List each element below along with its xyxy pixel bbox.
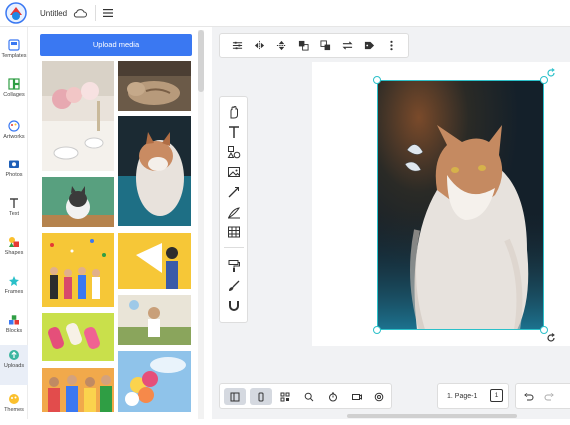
flip-vertical-icon[interactable] (276, 40, 287, 51)
layout-icon (230, 392, 240, 401)
rotate-icon[interactable] (546, 68, 556, 78)
page-count-badge[interactable]: 1 (490, 389, 503, 402)
rail-label: Frames (4, 289, 24, 295)
mobile-icon (258, 392, 264, 401)
uploads-icon (9, 350, 19, 360)
clip-button[interactable] (368, 388, 390, 405)
timer-icon (329, 392, 337, 401)
send-backward-icon[interactable] (319, 40, 331, 51)
top-bar: Untitled (0, 0, 570, 27)
tag-icon[interactable] (364, 40, 375, 51)
cat-on-table-photo[interactable] (42, 177, 114, 227)
image-tool-icon[interactable] (227, 165, 241, 179)
record-button[interactable] (346, 388, 368, 405)
rail-item-photos[interactable]: Photos (0, 154, 28, 190)
cat-with-butterfly-photo[interactable] (118, 116, 191, 226)
tools-palette (219, 96, 248, 323)
page-label: 1. Page-1 (447, 392, 478, 400)
resize-handle-bottom-left[interactable] (373, 326, 381, 334)
document-title[interactable]: Untitled (40, 9, 67, 18)
collages-icon (8, 78, 20, 90)
photos-icon (9, 160, 19, 168)
bring-forward-icon[interactable] (298, 40, 309, 51)
rail-item-themes[interactable]: Themes (0, 389, 28, 425)
panel-scrollbar-thumb[interactable] (198, 30, 204, 92)
undo-icon[interactable] (524, 392, 534, 402)
artworks-icon (8, 120, 20, 132)
rail-item-text[interactable]: Text (0, 193, 28, 229)
table-tool-icon[interactable] (227, 225, 241, 239)
rail-item-collages[interactable]: Collages (0, 74, 28, 110)
rail-label: Themes (4, 407, 24, 413)
hamburger-icon[interactable] (102, 8, 114, 18)
themes-icon (9, 394, 19, 404)
templates-icon (8, 39, 20, 51)
hand-icon[interactable] (227, 105, 241, 119)
flip-horizontal-icon[interactable] (254, 40, 265, 51)
kids-party-photo[interactable] (42, 233, 114, 307)
pen-tool-icon[interactable] (227, 205, 241, 219)
mobile-button[interactable] (250, 388, 272, 405)
left-rail: Templates Collages Artworks Photos Text … (0, 27, 28, 419)
bottom-toolbar (219, 383, 392, 409)
rail-label: Shapes (4, 250, 24, 256)
cloud-icon[interactable] (73, 8, 88, 18)
grid-icon (280, 392, 290, 401)
wedding-table-photo[interactable] (42, 61, 114, 171)
grid-button[interactable] (274, 388, 296, 405)
rail-label: Collages (3, 92, 25, 98)
element-toolbar (219, 33, 409, 58)
brush-icon[interactable] (227, 279, 241, 293)
clip-icon (374, 392, 384, 401)
upload-media-button[interactable]: Upload media (40, 34, 192, 56)
rail-label: Blocks (5, 328, 23, 334)
cat-with-butterfly-canvas-image[interactable] (377, 80, 544, 330)
rail-label: Text (8, 211, 20, 217)
zoom-button[interactable] (298, 388, 320, 405)
line-tool-icon[interactable] (227, 185, 241, 199)
redo-icon[interactable] (544, 392, 554, 402)
more-icon[interactable] (386, 40, 397, 51)
rail-item-blocks[interactable]: Blocks (0, 310, 28, 346)
girl-megaphone-photo[interactable] (118, 233, 191, 289)
tools-divider (224, 247, 244, 248)
colorful-ice-cream-photo[interactable] (42, 313, 114, 361)
frames-icon (9, 276, 19, 286)
rotate-cursor-icon (547, 333, 555, 342)
paint-roller-icon[interactable] (227, 259, 241, 273)
zoom-icon (304, 392, 314, 401)
rail-item-uploads[interactable]: Uploads (0, 345, 28, 385)
record-icon (352, 393, 362, 400)
text-icon (10, 198, 18, 208)
undo-redo-bar (515, 383, 570, 409)
rail-label: Templates (1, 53, 27, 59)
rail-item-frames[interactable]: Frames (0, 271, 28, 307)
canvas-horizontal-scrollbar[interactable] (347, 414, 517, 418)
layout-button[interactable] (224, 388, 246, 405)
resize-handle-top-left[interactable] (373, 76, 381, 84)
shapes-tool-icon[interactable] (227, 145, 241, 159)
text-tool-icon[interactable] (227, 125, 241, 139)
shapes-icon (9, 237, 19, 247)
balloons-sky-photo[interactable] (118, 351, 191, 412)
rail-item-artworks[interactable]: Artworks (0, 116, 28, 152)
rail-item-templates[interactable]: Templates (0, 35, 28, 71)
rail-label: Artworks (3, 134, 25, 140)
divider (95, 5, 97, 21)
girl-with-balloons-photo[interactable] (118, 295, 191, 345)
children-group-photo[interactable] (42, 368, 114, 412)
rail-label: Uploads (3, 363, 25, 369)
magnet-icon[interactable] (227, 299, 241, 313)
kitten-sleeping-photo[interactable] (118, 61, 191, 111)
rail-label: Photos (5, 172, 23, 178)
timer-button[interactable] (322, 388, 344, 405)
rail-item-shapes[interactable]: Shapes (0, 232, 28, 268)
adjust-icon[interactable] (232, 40, 243, 51)
replace-icon[interactable] (342, 40, 353, 51)
logo-icon[interactable] (4, 1, 28, 25)
blocks-icon (9, 315, 19, 325)
